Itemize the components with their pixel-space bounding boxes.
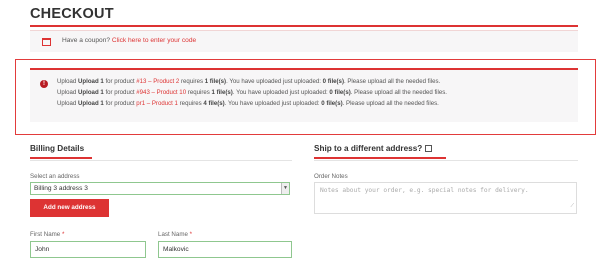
title-divider [30,25,578,27]
required-marker: * [62,231,65,238]
coupon-notice: Have a coupon? Click here to enter your … [30,30,578,52]
select-address-label: Select an address [30,173,80,180]
billing-divider [30,160,292,161]
last-name-field[interactable]: Malkovic [158,241,292,258]
first-name-value: John [35,246,50,253]
address-select[interactable]: Billing 3 address 3 ▼ [30,182,290,195]
product-link[interactable]: #943 – Product 10 [136,89,186,96]
coupon-text: Have a coupon? Click here to enter your … [62,37,196,44]
address-select-value: Billing 3 address 3 [34,185,88,192]
ship-divider [314,160,578,161]
error-message: Upload Upload 1 for product #943 – Produ… [57,89,447,96]
order-notes-textarea[interactable]: Notes about your order, e.g. special not… [314,182,577,214]
error-message: Upload Upload 1 for product #13 – Produc… [57,78,441,85]
order-notes-label: Order Notes [314,173,348,180]
coupon-calendar-icon [42,38,51,46]
error-message: Upload Upload 1 for product pr1 – Produc… [57,100,439,107]
ship-heading-rule [314,157,446,159]
ship-different-heading: Ship to a different address? [314,144,433,153]
required-marker: * [189,231,193,238]
product-link[interactable]: #13 – Product 2 [136,78,179,85]
last-name-label: Last Name * [158,231,193,238]
ship-different-checkbox[interactable] [425,145,433,152]
add-new-address-button[interactable]: Add new address [30,199,109,217]
resize-handle-icon[interactable]: ⟋ [570,201,574,211]
coupon-prompt: Have a coupon? [62,37,111,44]
first-name-label: First Name * [30,231,65,238]
first-name-field[interactable]: John [30,241,146,258]
billing-heading: Billing Details [30,144,85,153]
chevron-down-icon[interactable]: ▼ [281,183,289,194]
order-notes-placeholder: Notes about your order, e.g. special not… [320,187,529,194]
error-notice: ! Upload Upload 1 for product #13 – Prod… [30,68,578,122]
page-title: CHECKOUT [30,6,114,22]
product-link[interactable]: pr1 – Product 1 [136,100,178,107]
last-name-value: Malkovic [163,246,189,253]
coupon-link[interactable]: Click here to enter your code [112,37,196,44]
error-icon: ! [40,80,48,88]
billing-heading-rule [30,157,92,159]
